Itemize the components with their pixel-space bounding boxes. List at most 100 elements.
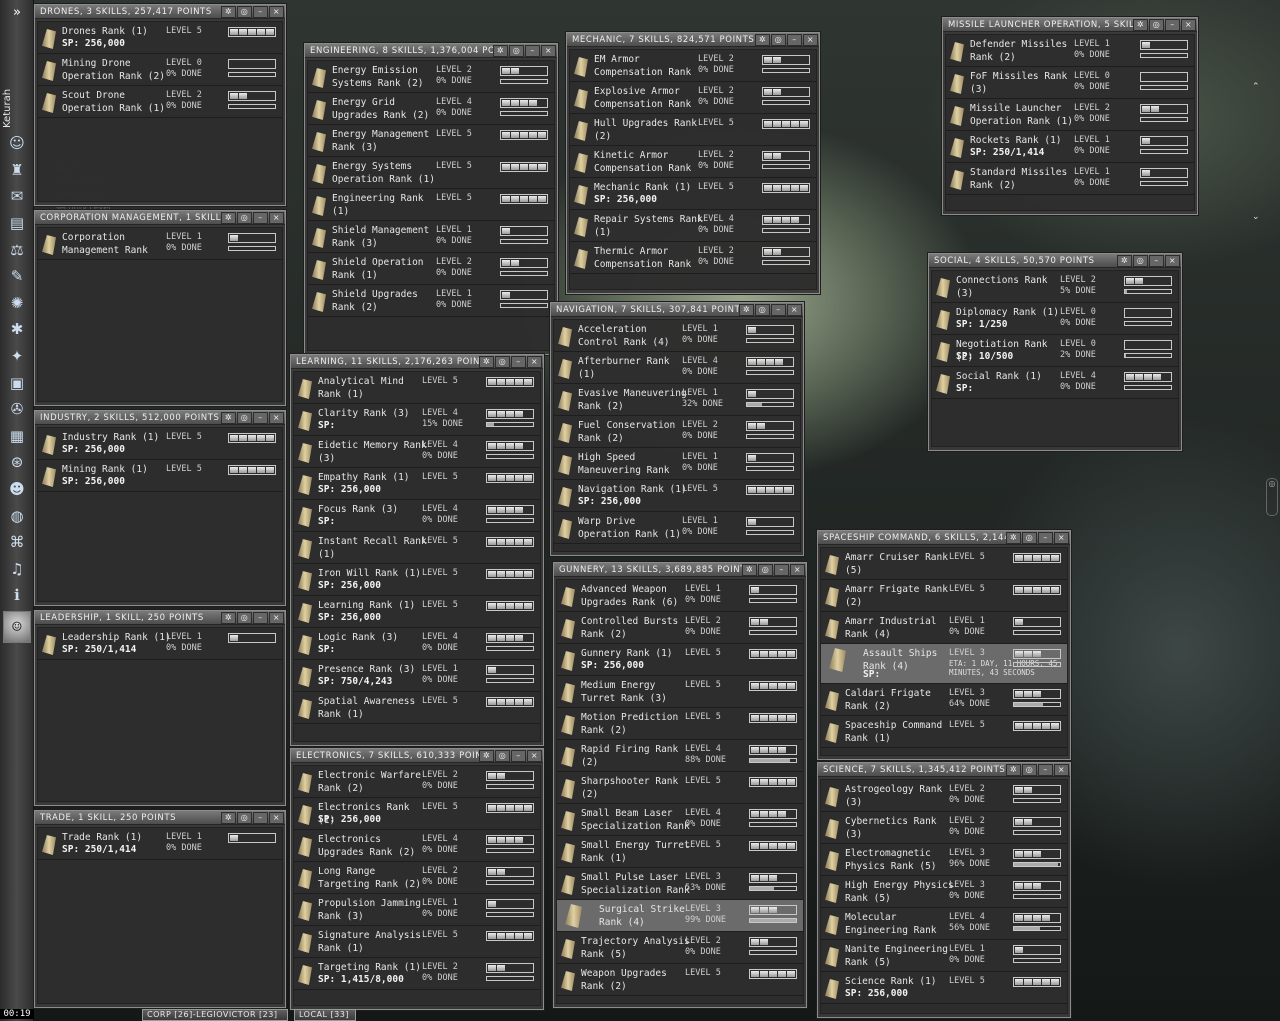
minimize-button[interactable]: – <box>1038 532 1053 544</box>
skill-row[interactable]: Hull Upgrades Rank (2) LEVEL 5 <box>570 114 816 146</box>
pin-icon[interactable]: ✲ <box>221 212 236 224</box>
browser-icon[interactable]: ⌘ <box>3 529 31 556</box>
skill-row[interactable]: Iron Will Rank (1) SP: 256,000 LEVEL 5 <box>294 564 540 596</box>
skill-row[interactable]: Amarr Industrial Rank (4) LEVEL 1 0% DONE <box>821 612 1067 644</box>
corp-chat-tab[interactable]: CORP [26]-LEGIOVICTOR [23] <box>142 1009 288 1021</box>
window-title-bar[interactable]: NAVIGATION, 7 SKILLS, 307,841 POINTS ✲ ◎ – × <box>551 303 803 317</box>
skill-row[interactable]: Advanced Weapon Upgrades Rank (6) LEVEL 1… <box>557 580 803 612</box>
eye-icon[interactable]: ◎ <box>495 750 510 762</box>
skill-row[interactable]: Targeting Rank (1) SP: 1,415/8,000 LEVEL 2… <box>294 958 540 990</box>
pin-icon[interactable]: ✲ <box>1006 532 1021 544</box>
skill-row[interactable]: Fuel Conservation Rank (2) LEVEL 2 0% DONE <box>554 416 800 448</box>
pin-icon[interactable]: ✲ <box>742 564 757 576</box>
skill-row[interactable]: Social Rank (1) SP: LEVEL 4 0% DONE <box>932 367 1178 399</box>
skill-row[interactable]: Engineering Rank (1) LEVEL 5 <box>308 189 554 221</box>
close-button[interactable]: × <box>269 612 284 624</box>
minimize-button[interactable]: – <box>253 6 268 18</box>
character-name[interactable]: Keturah <box>2 88 32 128</box>
skill-row[interactable]: Scout Drone Operation Rank (1) LEVEL 2 0% … <box>38 86 282 118</box>
skill-row[interactable]: Caldari Frigate Rank (2) LEVEL 3 64% DONE <box>821 684 1067 716</box>
skill-row[interactable]: Spaceship Command Rank (1) LEVEL 5 <box>821 716 1067 748</box>
skill-row[interactable]: Electromagnetic Physics Rank (5) LEVEL 39… <box>821 844 1067 876</box>
fleet-icon[interactable]: ✦ <box>3 343 31 370</box>
people-icon[interactable]: ☻ <box>3 476 31 503</box>
skill-row[interactable]: Defender Missiles Rank (2) LEVEL 1 0% DONE <box>946 35 1194 67</box>
skill-row[interactable]: Afterburner Rank (1) LEVEL 4 0% DONE <box>554 352 800 384</box>
sidebar-toggle-button[interactable]: » <box>4 4 30 22</box>
skill-row[interactable]: Energy Management Rank (3) LEVEL 5 <box>308 125 554 157</box>
close-button[interactable]: × <box>803 34 818 46</box>
close-button[interactable]: × <box>1165 255 1180 267</box>
window-title-bar[interactable]: LEARNING, 11 SKILLS, 2,176,263 POINT ✲ ◎ – × <box>291 355 543 369</box>
character-portrait[interactable]: ☺ <box>3 610 31 643</box>
skill-row[interactable]: Small Energy Turret Rank (1) LEVEL 5 <box>557 836 803 868</box>
skill-row[interactable]: Learning Rank (1) SP: 256,000 LEVEL 5 <box>294 596 540 628</box>
skill-row[interactable]: Astrogeology Rank (3) LEVEL 2 0% DONE <box>821 780 1067 812</box>
skill-window-industry[interactable]: INDUSTRY, 2 SKILLS, 512,000 POINTS ✲ ◎ – × In… <box>34 410 286 606</box>
skill-row[interactable]: Signature Analysis Rank (1) LEVEL 5 <box>294 926 540 958</box>
eye-icon[interactable]: ◎ <box>495 356 510 368</box>
skill-row[interactable]: Mining Rank (1) SP: 256,000 LEVEL 5 <box>38 460 282 492</box>
skill-row[interactable]: Rockets Rank (1) SP: 250/1,414 LEVEL 1 0% D… <box>946 131 1194 163</box>
close-button[interactable]: × <box>269 6 284 18</box>
eye-icon[interactable]: ◎ <box>509 45 524 57</box>
window-title-bar[interactable]: DRONES, 3 SKILLS, 257,417 POINTS ✲ ◎ – × <box>35 5 285 19</box>
calculator-icon[interactable]: ▦ <box>3 423 31 450</box>
minimize-button[interactable]: – <box>253 812 268 824</box>
skill-row[interactable]: Rapid Firing Rank (2) LEVEL 4 88% DONE <box>557 740 803 772</box>
close-button[interactable]: × <box>541 45 556 57</box>
skill-window-trade[interactable]: TRADE, 1 SKILL, 250 POINTS ✲ ◎ – × Trade Rank… <box>34 810 286 1008</box>
skill-row[interactable]: Logic Rank (3) SP: LEVEL 4 0% DONE <box>294 628 540 660</box>
pin-icon[interactable]: ✲ <box>479 356 494 368</box>
skill-row[interactable]: Molecular Engineering Rank LEVEL 4 56% DON… <box>821 908 1067 940</box>
skill-row[interactable]: Long Range Targeting Rank (2) LEVEL 2 0% D… <box>294 862 540 894</box>
skill-window-navigation[interactable]: NAVIGATION, 7 SKILLS, 307,841 POINTS ✲ ◎ – ×… <box>550 302 804 556</box>
eye-icon[interactable]: ◎ <box>237 6 252 18</box>
close-button[interactable]: × <box>1181 19 1196 31</box>
minimize-button[interactable]: – <box>774 564 789 576</box>
skill-row[interactable]: Small Beam Laser Specialization Rank LEVE… <box>557 804 803 836</box>
window-title-bar[interactable]: CORPORATION MANAGEMENT, 1 SKILL, 2 ✲ ◎ – × <box>35 211 285 225</box>
skill-window-engineering[interactable]: ENGINEERING, 8 SKILLS, 1,376,004 POI ✲ ◎ – ×… <box>304 43 558 355</box>
skill-row[interactable]: Gunnery Rank (1) SP: 256,000 LEVEL 5 <box>557 644 803 676</box>
help-icon[interactable]: ⊛ <box>3 449 31 476</box>
skill-row[interactable]: Electronics Rank (1) SP: 256,000 LEVEL 5 <box>294 798 540 830</box>
person-icon[interactable]: ☺ <box>3 130 31 157</box>
window-title-bar[interactable]: SPACESHIP COMMAND, 6 SKILLS, 2,144, ✲ ◎ – × <box>818 531 1070 545</box>
close-button[interactable]: × <box>790 564 805 576</box>
skill-row[interactable]: Thermic Armor Compensation Rank LEVEL 2 0%… <box>570 242 816 274</box>
skill-row[interactable]: Connections Rank (3) LEVEL 2 5% DONE <box>932 271 1178 303</box>
minimize-button[interactable]: – <box>253 612 268 624</box>
skill-row[interactable]: Shield Management Rank (3) LEVEL 1 0% DONE <box>308 221 554 253</box>
skill-row[interactable]: Leadership Rank (1) SP: 250/1,414 LEVEL 10… <box>38 628 282 660</box>
skill-row[interactable]: Diplomacy Rank (1) SP: 1/250 LEVEL 0 0% DON… <box>932 303 1178 335</box>
close-button[interactable]: × <box>1054 764 1069 776</box>
skill-row[interactable]: Empathy Rank (1) SP: 256,000 LEVEL 5 <box>294 468 540 500</box>
skill-row[interactable]: Controlled Bursts Rank (2) LEVEL 2 0% DONE <box>557 612 803 644</box>
skill-row[interactable]: Drones Rank (1) SP: 256,000 LEVEL 5 <box>38 22 282 54</box>
map-icon[interactable]: ✺ <box>3 290 31 317</box>
journal-icon[interactable]: ◍ <box>3 502 31 529</box>
minimize-button[interactable]: – <box>1149 255 1164 267</box>
skill-row[interactable]: Presence Rank (3) SP: 750/4,243 LEVEL 1 0% … <box>294 660 540 692</box>
skill-row[interactable]: Shield Operation Rank (1) LEVEL 2 0% DONE <box>308 253 554 285</box>
skill-row[interactable]: Focus Rank (3) SP: LEVEL 4 0% DONE <box>294 500 540 532</box>
skill-row[interactable]: Energy Grid Upgrades Rank (2) LEVEL 4 0% D… <box>308 93 554 125</box>
eye-icon[interactable]: ◎ <box>1149 19 1164 31</box>
market-icon[interactable]: ⚖ <box>3 236 31 263</box>
skill-row[interactable]: Nanite Engineering Rank (5) LEVEL 1 0% DON… <box>821 940 1067 972</box>
pin-icon[interactable]: ✲ <box>1133 19 1148 31</box>
pin-icon[interactable]: ✲ <box>739 304 754 316</box>
skill-row[interactable]: Industry Rank (1) SP: 256,000 LEVEL 5 <box>38 428 282 460</box>
eye-icon[interactable]: ◎ <box>237 612 252 624</box>
skill-row[interactable]: Surgical Strike Rank (4) LEVEL 3 99% DONE <box>557 900 803 932</box>
close-button[interactable]: × <box>527 750 542 762</box>
skill-row[interactable]: Spatial Awareness Rank (1) LEVEL 5 <box>294 692 540 724</box>
contracts-icon[interactable]: ✎ <box>3 263 31 290</box>
pin-icon[interactable]: ✲ <box>755 34 770 46</box>
eye-icon[interactable]: ◎ <box>1133 255 1148 267</box>
skill-window-gunnery[interactable]: GUNNERY, 13 SKILLS, 3,689,885 POINT ✲ ◎ – × A… <box>553 562 807 1008</box>
close-button[interactable]: × <box>787 304 802 316</box>
skill-row[interactable]: High Speed Maneuvering Rank LEVEL 1 0% DON… <box>554 448 800 480</box>
skill-window-mechanic[interactable]: MECHANIC, 7 SKILLS, 824,571 POINTS ✲ ◎ – × EM… <box>566 32 820 294</box>
